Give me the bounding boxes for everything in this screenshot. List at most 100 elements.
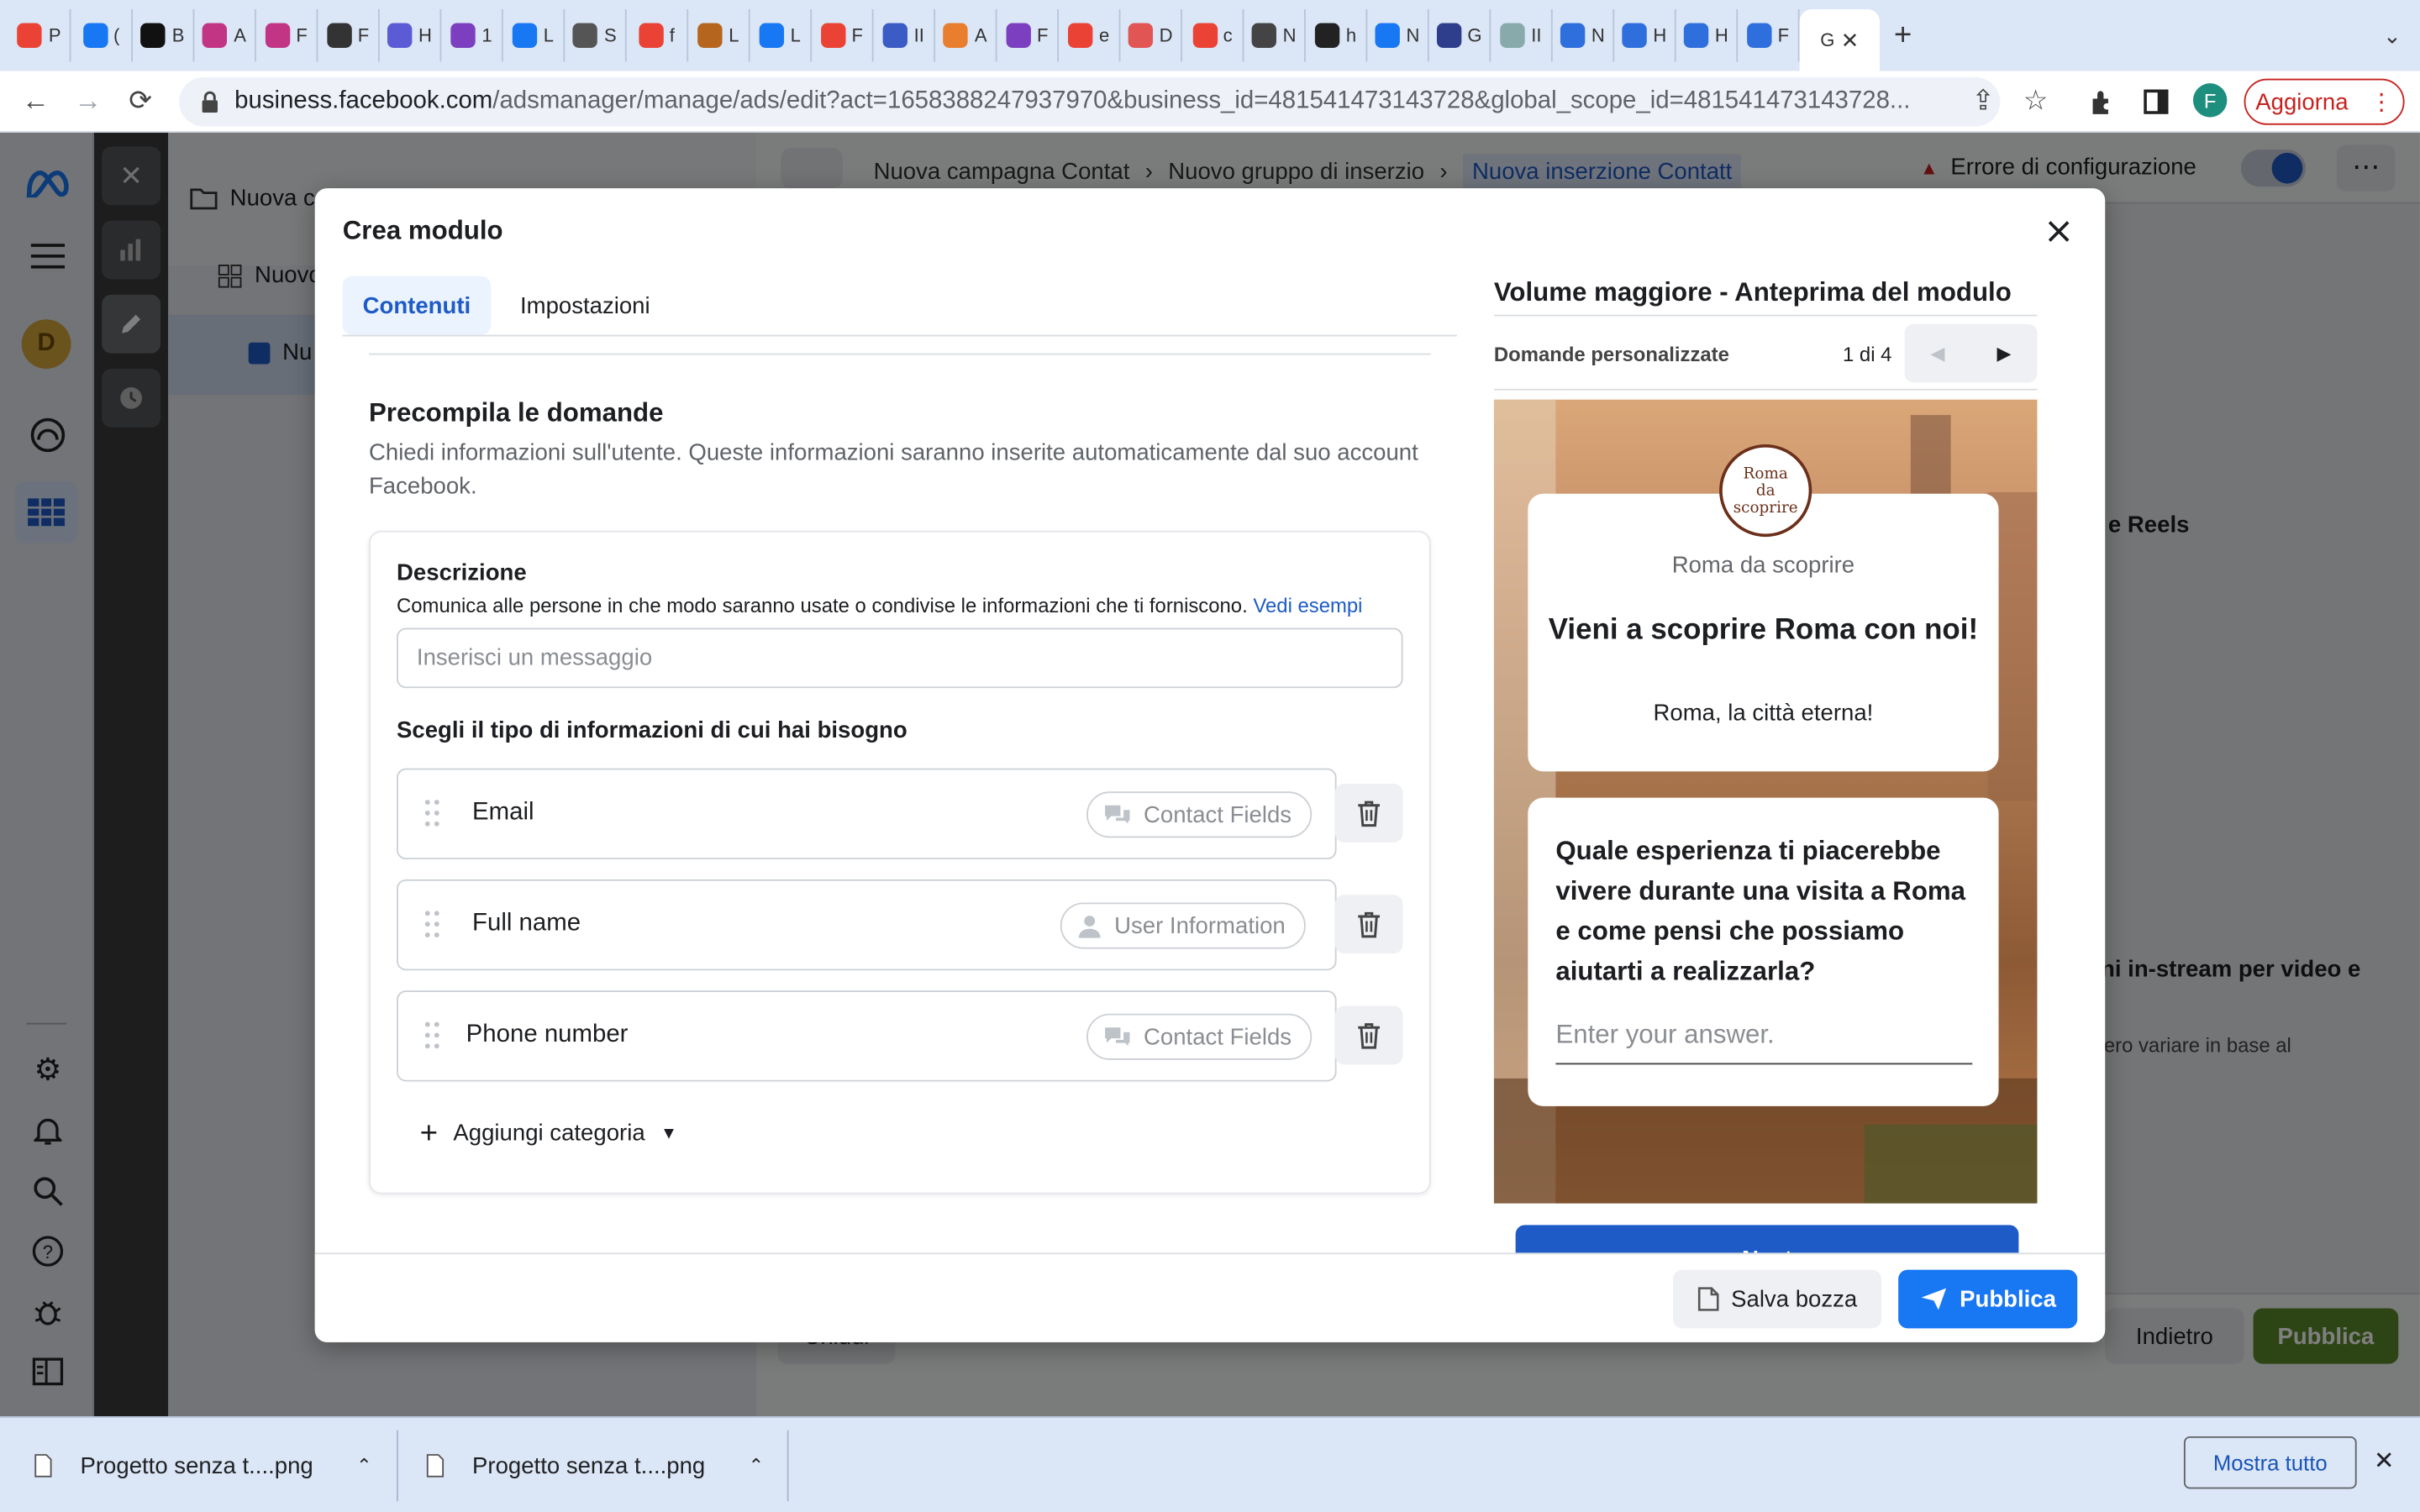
- browser-tab[interactable]: L: [688, 9, 750, 62]
- preview-title: Volume maggiore - Anteprima del modulo: [1493, 277, 2012, 307]
- category-pill: User Information: [1060, 902, 1306, 949]
- browser-tab-label: h: [1345, 24, 1357, 47]
- browser-tab[interactable]: F: [812, 9, 874, 62]
- browser-tab-active[interactable]: G ✕: [1799, 9, 1881, 71]
- browser-tab-label: B: [171, 24, 185, 47]
- chevron-up-icon[interactable]: ⌃: [749, 1455, 764, 1477]
- update-button[interactable]: Aggiorna ⋮: [2244, 78, 2405, 125]
- browser-tab-label: F: [296, 24, 308, 47]
- browser-tab[interactable]: B: [133, 9, 195, 62]
- save-draft-button[interactable]: Salva bozza: [1672, 1269, 1881, 1329]
- browser-tab[interactable]: f: [627, 9, 689, 62]
- delete-question-button[interactable]: [1334, 1005, 1403, 1065]
- browser-tab[interactable]: F: [318, 9, 380, 62]
- delete-question-button[interactable]: [1334, 895, 1403, 954]
- forward-button[interactable]: →: [61, 76, 113, 126]
- question-row-email[interactable]: Email Contact Fields: [397, 768, 1337, 860]
- tab-divider: [342, 334, 1457, 337]
- preview-answer-input[interactable]: Enter your answer.: [1555, 1020, 1972, 1051]
- browser-tab[interactable]: e: [1059, 9, 1121, 62]
- browser-toolbar: ← → ⟳ business.facebook.com/adsmanager/m…: [0, 71, 2420, 133]
- new-tab-button[interactable]: +: [1880, 18, 1926, 53]
- question-row-full-name[interactable]: Full name User Information: [397, 879, 1337, 971]
- download-filename: Progetto senza t....png: [472, 1452, 706, 1479]
- browser-tab[interactable]: P: [9, 9, 71, 62]
- chevron-up-icon[interactable]: ⌃: [356, 1455, 371, 1477]
- see-examples-link[interactable]: Vedi esempi: [1253, 594, 1362, 617]
- side-panel-icon[interactable]: [2130, 76, 2182, 126]
- share-icon[interactable]: ⇪: [1957, 76, 2009, 126]
- browser-tab[interactable]: F: [1738, 9, 1800, 62]
- back-button[interactable]: ←: [9, 76, 61, 126]
- browser-tab[interactable]: c: [1182, 9, 1244, 62]
- trash-icon: [1358, 911, 1381, 938]
- browser-tab-label: L: [790, 24, 801, 47]
- browser-tab-label: F: [357, 24, 370, 47]
- bookmark-star-icon[interactable]: ☆: [2009, 76, 2061, 126]
- answer-underline: [1555, 1063, 1973, 1065]
- browser-tab[interactable]: N: [1244, 9, 1306, 62]
- tab-search-chevron-icon[interactable]: ⌄: [2365, 23, 2420, 49]
- drag-handle-icon[interactable]: [424, 1021, 439, 1049]
- browser-tab[interactable]: (: [71, 9, 133, 62]
- browser-tab[interactable]: H: [1676, 9, 1739, 62]
- favicon-icon: [820, 23, 846, 48]
- browser-tab[interactable]: H: [1614, 9, 1676, 62]
- close-downloads-icon[interactable]: ✕: [2374, 1446, 2395, 1477]
- browser-tab[interactable]: G: [1429, 9, 1491, 62]
- browser-tab[interactable]: D: [1120, 9, 1182, 62]
- browser-tab[interactable]: II: [1491, 9, 1553, 62]
- browser-tab[interactable]: A: [935, 9, 997, 62]
- browser-tab[interactable]: F: [256, 9, 318, 62]
- show-all-downloads-button[interactable]: Mostra tutto: [2183, 1436, 2357, 1489]
- add-category-button[interactable]: + Aggiungi categoria ▼: [419, 1116, 677, 1151]
- close-tab-icon[interactable]: ✕: [1841, 27, 1860, 53]
- description-label: Descrizione: [397, 559, 527, 586]
- publish-form-button[interactable]: Pubblica: [1898, 1269, 2078, 1329]
- browser-tab-label: 1: [481, 24, 492, 47]
- browser-tab[interactable]: S: [565, 9, 627, 62]
- favicon-icon: [387, 23, 413, 48]
- browser-tab[interactable]: h: [1306, 9, 1368, 62]
- delete-question-button[interactable]: [1334, 784, 1403, 843]
- description-input[interactable]: Inserisci un messaggio: [397, 627, 1403, 689]
- browser-tab[interactable]: L: [503, 9, 566, 62]
- downloads-bar: Progetto senza t....png ⌃ Progetto senza…: [0, 1416, 2420, 1512]
- favicon-icon: [1684, 23, 1709, 48]
- url-bar[interactable]: business.facebook.com/adsmanager/manage/…: [179, 76, 2001, 126]
- question-row-phone[interactable]: Phone number Contact Fields: [397, 990, 1337, 1082]
- preview-prev-icon[interactable]: ◀: [1904, 324, 1970, 383]
- browser-tab[interactable]: II: [874, 9, 936, 62]
- browser-tab[interactable]: H: [380, 9, 442, 62]
- plus-icon: +: [419, 1116, 439, 1151]
- extensions-icon[interactable]: [2075, 76, 2128, 126]
- tab-impostazioni[interactable]: Impostazioni: [500, 276, 670, 335]
- browser-tab[interactable]: F: [997, 9, 1059, 62]
- browser-tab[interactable]: N: [1553, 9, 1615, 62]
- profile-avatar[interactable]: F: [2192, 83, 2228, 118]
- download-item[interactable]: Progetto senza t....png ⌃: [426, 1418, 764, 1512]
- browser-tab[interactable]: 1: [441, 9, 503, 62]
- browser-tab[interactable]: N: [1367, 9, 1429, 62]
- download-item[interactable]: Progetto senza t....png ⌃: [34, 1418, 372, 1512]
- browser-tab-label: f: [669, 24, 675, 47]
- browser-tab-label: N: [1591, 24, 1605, 47]
- active-tab-label: G: [1820, 29, 1835, 51]
- category-label: Contact Fields: [1143, 801, 1292, 828]
- tab-contenuti[interactable]: Contenuti: [342, 276, 492, 335]
- download-filename: Progetto senza t....png: [80, 1452, 313, 1479]
- browser-tab-label: F: [1777, 24, 1790, 47]
- browser-tab[interactable]: L: [750, 9, 813, 62]
- browser-tab-label: H: [1653, 24, 1667, 47]
- preview-next-icon[interactable]: ▶: [1970, 324, 2037, 383]
- close-modal-icon[interactable]: [2040, 213, 2077, 249]
- browser-tab-label: A: [974, 24, 987, 47]
- drag-handle-icon[interactable]: [424, 911, 439, 938]
- favicon-icon: [639, 23, 664, 48]
- browser-tab-strip: P (B A F F H 1 L Sf L L F II A Fe Dc Nh N G II N H H F G ✕ + ⌄: [0, 0, 2420, 71]
- browser-tab-label: L: [729, 24, 739, 47]
- browser-tab[interactable]: A: [194, 9, 256, 62]
- reload-button[interactable]: ⟳: [114, 76, 166, 126]
- favicon-icon: [1500, 23, 1525, 48]
- drag-handle-icon[interactable]: [424, 799, 439, 827]
